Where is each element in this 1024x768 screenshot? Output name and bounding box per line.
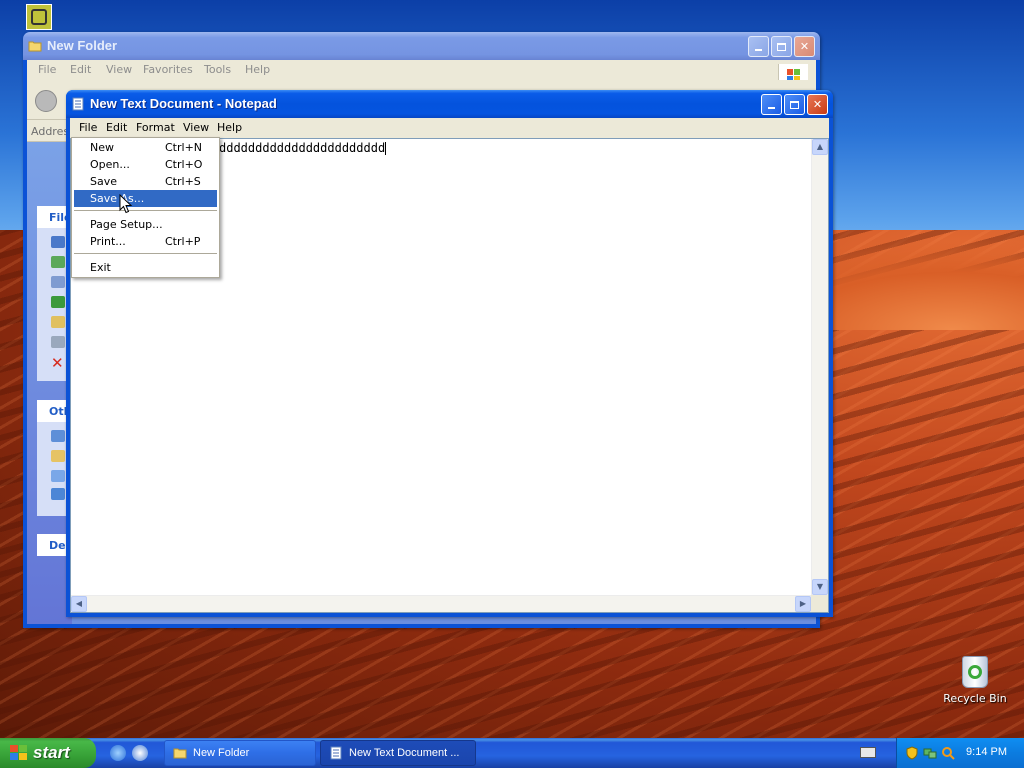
menu-separator <box>74 253 217 254</box>
menu-item-shortcut: Ctrl+P <box>165 235 201 248</box>
notepad-titlebar[interactable]: New Text Document - Notepad ✕ <box>66 90 833 118</box>
delete-icon: ✕ <box>51 354 64 372</box>
vertical-scrollbar[interactable]: ▲ ▼ <box>811 139 828 595</box>
keyboard-icon[interactable] <box>860 747 876 758</box>
explorer-menu-file[interactable]: File <box>35 63 59 76</box>
explorer-title: New Folder <box>47 38 118 53</box>
text-caret <box>385 142 387 155</box>
menu-item-print[interactable]: Print... Ctrl+P <box>74 233 217 250</box>
quick-launch-icon[interactable] <box>132 745 148 761</box>
menu-item-shortcut: Ctrl+O <box>165 158 203 171</box>
mouse-pointer-icon <box>119 194 133 214</box>
menu-item-label: Print... <box>90 235 126 248</box>
explorer-menu-view[interactable]: View <box>103 63 135 76</box>
task-icon <box>51 336 65 348</box>
shortcut-glyph-icon <box>31 9 47 25</box>
taskbar-item-notepad[interactable]: New Text Document ... <box>320 740 476 766</box>
menu-item-label: Exit <box>90 261 111 274</box>
task-icon <box>51 296 65 308</box>
folder-icon <box>173 748 187 759</box>
place-icon <box>51 470 65 482</box>
taskbar-item-label: New Folder <box>193 747 250 759</box>
menu-item-exit[interactable]: Exit <box>74 259 217 276</box>
recycle-bin[interactable]: Recycle Bin <box>940 656 1010 705</box>
ie-icon[interactable] <box>110 745 126 761</box>
menu-item-label: Save <box>90 175 118 188</box>
windows-flag-icon <box>10 745 28 761</box>
taskbar-item-label: New Text Document ... <box>349 747 460 759</box>
back-arrow-icon[interactable] <box>35 90 57 112</box>
menu-item-label: Page Setup... <box>90 218 163 231</box>
explorer-menu-help[interactable]: Help <box>242 63 273 76</box>
menu-item-new[interactable]: New Ctrl+N <box>74 139 217 156</box>
system-tray: 9:14 PM <box>896 738 1024 768</box>
menu-item-page-setup[interactable]: Page Setup... <box>74 216 217 233</box>
explorer-menu-favorites[interactable]: Favorites <box>140 63 196 76</box>
notepad-content[interactable]: ddddddddddddddddddddddd <box>219 141 387 155</box>
scroll-left-icon[interactable]: ◀ <box>71 596 87 612</box>
notepad-content-text: ddddddddddddddddddddddd <box>219 141 386 155</box>
notepad-menubar: File Edit Format View Help <box>70 118 829 138</box>
folder-icon <box>28 41 42 52</box>
notepad-menu-view[interactable]: View <box>180 121 212 134</box>
explorer-titlebar[interactable]: New Folder ✕ <box>23 32 820 60</box>
menu-item-label: Open... <box>90 158 130 171</box>
notepad-menu-help[interactable]: Help <box>214 121 245 134</box>
clock[interactable]: 9:14 PM <box>966 746 1007 758</box>
recycle-bin-label: Recycle Bin <box>943 692 1007 705</box>
horizontal-scrollbar[interactable]: ◀ ▶ <box>71 595 811 612</box>
notepad-icon <box>330 746 342 760</box>
resize-grip-icon[interactable] <box>811 595 828 612</box>
explorer-menu-edit[interactable]: Edit <box>67 63 94 76</box>
explorer-minimize-button[interactable] <box>748 36 769 57</box>
menu-item-shortcut: Ctrl+S <box>165 175 201 188</box>
notepad-menu-edit[interactable]: Edit <box>103 121 130 134</box>
explorer-close-button[interactable]: ✕ <box>794 36 815 57</box>
notepad-minimize-button[interactable] <box>761 94 782 115</box>
desktop-shortcut-icon[interactable] <box>26 4 52 30</box>
explorer-maximize-button[interactable] <box>771 36 792 57</box>
place-icon <box>51 488 65 500</box>
search-icon[interactable] <box>941 746 955 760</box>
scroll-up-icon[interactable]: ▲ <box>812 139 828 155</box>
notepad-title: New Text Document - Notepad <box>90 96 277 111</box>
network-icon[interactable] <box>923 746 937 760</box>
task-icon <box>51 316 65 328</box>
file-menu-dropdown: New Ctrl+N Open... Ctrl+O Save Ctrl+S Sa… <box>71 137 220 278</box>
menu-separator <box>74 210 217 211</box>
place-icon <box>51 450 65 462</box>
menu-item-shortcut: Ctrl+N <box>165 141 203 154</box>
start-button[interactable]: start <box>0 738 96 768</box>
menu-item-label: New <box>90 141 114 154</box>
notepad-close-button[interactable]: ✕ <box>807 94 828 115</box>
notepad-menu-file[interactable]: File <box>76 121 100 134</box>
notepad-menu-format[interactable]: Format <box>133 121 178 134</box>
scroll-down-icon[interactable]: ▼ <box>812 579 828 595</box>
address-label: Addres <box>31 125 70 138</box>
notepad-maximize-button[interactable] <box>784 94 805 115</box>
taskbar-item-new-folder[interactable]: New Folder <box>164 740 316 766</box>
menu-item-open[interactable]: Open... Ctrl+O <box>74 156 217 173</box>
start-label: start <box>33 743 70 762</box>
explorer-menu-tools[interactable]: Tools <box>201 63 234 76</box>
task-icon <box>51 256 65 268</box>
task-icon <box>51 276 65 288</box>
notepad-icon <box>72 97 84 111</box>
menu-item-save-as[interactable]: Save As... <box>74 190 217 207</box>
scroll-right-icon[interactable]: ▶ <box>795 596 811 612</box>
menu-item-label: Save As... <box>90 192 145 205</box>
recycle-bin-icon <box>962 656 988 688</box>
place-icon <box>51 430 65 442</box>
menu-item-save[interactable]: Save Ctrl+S <box>74 173 217 190</box>
task-icon <box>51 236 65 248</box>
security-shield-icon[interactable] <box>905 746 919 760</box>
explorer-menubar: File Edit View Favorites Tools Help <box>27 60 816 90</box>
